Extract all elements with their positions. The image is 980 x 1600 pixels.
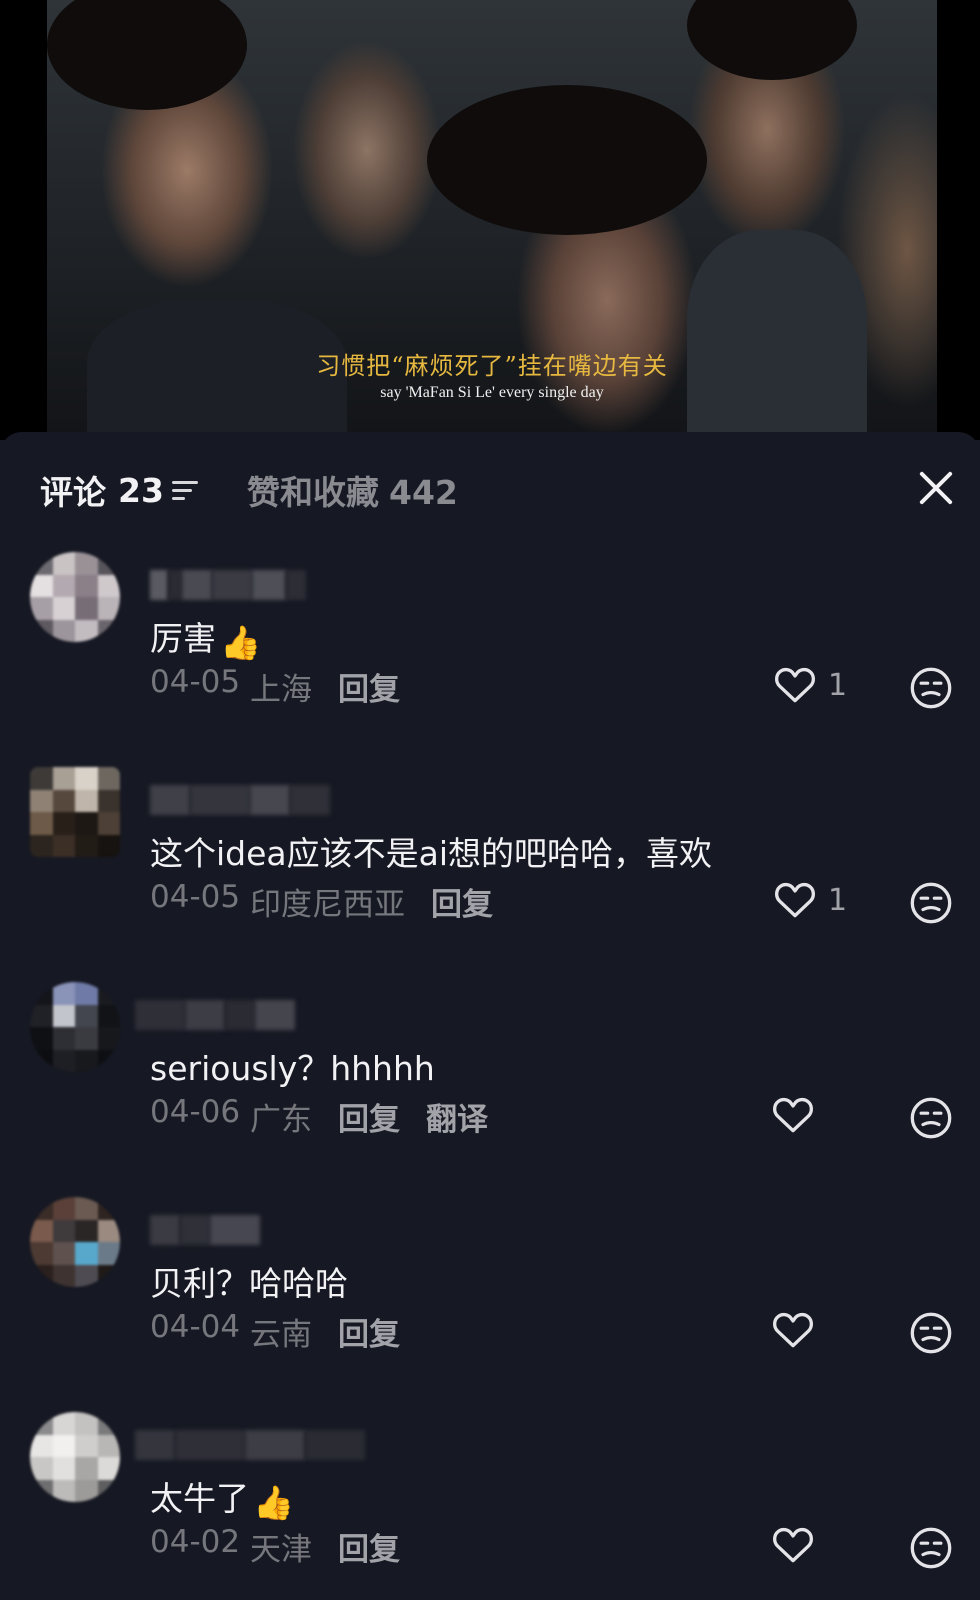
unamused-face-icon[interactable] <box>909 1311 953 1355</box>
thumbs-up-emoji: 👍 <box>220 623 262 662</box>
avatar[interactable] <box>30 1197 120 1287</box>
comment-text: 太牛了 👍 <box>150 1472 294 1523</box>
tab-likes-label: 赞和收藏 <box>247 473 379 512</box>
avatar[interactable] <box>30 1412 120 1502</box>
comment-date: 04-04 <box>150 1309 241 1345</box>
tab-comments-label: 评论 <box>40 473 106 512</box>
sort-icon[interactable] <box>171 479 200 501</box>
comment-text: seriously？hhhhh <box>150 1042 435 1090</box>
username-blurred[interactable] <box>150 785 330 815</box>
comment-location: 广东 <box>249 1102 312 1138</box>
video-player[interactable]: 习惯把“麻烦死了”挂在嘴边有关 say 'MaFan Si Le' every … <box>0 0 980 440</box>
close-icon[interactable] <box>916 468 956 508</box>
comment-meta: 04-02 天津 回复 <box>150 1524 400 1569</box>
reply-button[interactable]: 回复 <box>338 664 400 709</box>
comment-item: 这个idea应该不是ai想的吧哈哈，喜欢 04-05 印度尼西亚 回复 1 <box>0 767 980 982</box>
username-blurred[interactable] <box>135 1430 365 1460</box>
avatar[interactable] <box>30 767 120 857</box>
unamused-face-icon[interactable] <box>909 666 953 710</box>
comment-date: 04-05 <box>150 664 241 700</box>
comment-text: 这个idea应该不是ai想的吧哈哈，喜欢 <box>150 827 712 875</box>
reply-button[interactable]: 回复 <box>431 879 493 924</box>
reply-button[interactable]: 回复 <box>338 1309 400 1354</box>
heart-outline-icon[interactable] <box>772 1309 814 1349</box>
heart-outline-icon[interactable] <box>774 664 816 704</box>
comment-meta: 04-05 印度尼西亚 回复 <box>150 879 493 924</box>
comment-meta: 04-05 上海 回复 <box>150 664 400 709</box>
tab-likes-favorites[interactable]: 赞和收藏 442 <box>247 466 458 514</box>
reply-button[interactable]: 回复 <box>338 1524 400 1569</box>
video-subtitle-english: say 'MaFan Si Le' every single day <box>380 384 604 401</box>
heart-outline-icon[interactable] <box>772 1524 814 1564</box>
comment-item: seriously？hhhhh 04-06 广东 回复 翻译 <box>0 982 980 1197</box>
avatar[interactable] <box>30 552 120 642</box>
unamused-face-icon[interactable] <box>909 1096 953 1140</box>
comment-text-content: 这个idea应该不是ai想的吧哈哈，喜欢 <box>150 834 713 873</box>
comment-meta: 04-06 广东 回复 翻译 <box>150 1094 488 1139</box>
video-frame[interactable]: 习惯把“麻烦死了”挂在嘴边有关 say 'MaFan Si Le' every … <box>47 0 937 440</box>
translate-button[interactable]: 翻译 <box>426 1094 488 1139</box>
username-blurred[interactable] <box>135 1000 295 1030</box>
comment-text: 贝利？哈哈哈 <box>150 1257 348 1305</box>
tab-likes-count: 442 <box>389 473 458 512</box>
video-subtitle-chinese: 习惯把“麻烦死了”挂在嘴边有关 <box>316 352 668 380</box>
username-blurred[interactable] <box>150 570 306 600</box>
username-blurred[interactable] <box>150 1215 260 1245</box>
comment-item: 贝利？哈哈哈 04-04 云南 回复 <box>0 1197 980 1412</box>
comment-text-content: 厉害 <box>150 619 216 658</box>
panel-tabs: 评论 23 赞和收藏 442 <box>0 432 980 542</box>
heart-outline-icon[interactable] <box>774 879 816 919</box>
comment-item: 太牛了 👍 04-02 天津 回复 <box>0 1412 980 1600</box>
comment-date: 04-02 <box>150 1524 241 1560</box>
comment-location: 上海 <box>249 672 312 708</box>
avatar[interactable] <box>30 982 120 1072</box>
thumbs-up-emoji: 👍 <box>253 1483 295 1522</box>
tab-comments[interactable]: 评论 23 <box>40 466 200 514</box>
comment-panel: 评论 23 赞和收藏 442 厉害 👍 04-05 上海 回复 1 这个idea… <box>0 432 980 1600</box>
comment-meta: 04-04 云南 回复 <box>150 1309 400 1354</box>
comment-text-content: 太牛了 <box>150 1479 249 1518</box>
comment-text-content: seriously？hhhhh <box>150 1049 435 1088</box>
unamused-face-icon[interactable] <box>909 1526 953 1570</box>
comment-date: 04-05 <box>150 879 241 915</box>
comment-location: 天津 <box>249 1532 312 1568</box>
heart-outline-icon[interactable] <box>772 1094 814 1134</box>
tab-comments-count: 23 <box>118 470 164 510</box>
unamused-face-icon[interactable] <box>909 881 953 925</box>
comment-text-content: 贝利？哈哈哈 <box>150 1264 348 1303</box>
reply-button[interactable]: 回复 <box>338 1094 400 1139</box>
comment-date: 04-06 <box>150 1094 241 1130</box>
comment-text: 厉害 👍 <box>150 612 261 663</box>
comment-location: 云南 <box>249 1317 312 1353</box>
comment-item: 厉害 👍 04-05 上海 回复 1 <box>0 552 980 767</box>
like-count: 1 <box>828 668 848 703</box>
like-count: 1 <box>828 883 848 918</box>
comment-location: 印度尼西亚 <box>249 887 405 923</box>
